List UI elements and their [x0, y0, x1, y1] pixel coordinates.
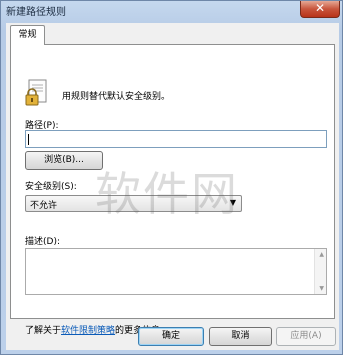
path-input[interactable]: [25, 130, 327, 148]
chevron-down-icon: ▼: [229, 198, 236, 207]
watermark: 软件网: [95, 167, 239, 221]
software-restriction-policy-link[interactable]: 软件限制策略: [61, 326, 115, 336]
info-prefix: 了解关于: [25, 326, 62, 336]
browse-button[interactable]: 浏览(B)...: [25, 151, 103, 170]
security-level-label: 安全级别(S):: [25, 182, 77, 192]
dialog-window: 新建路径规则 ✕ 常规 用规则替代默认安全级别。 路径(P): 浏览(B)...…: [0, 0, 343, 355]
apply-button[interactable]: 应用(A): [276, 327, 336, 346]
window-title: 新建路径规则: [6, 7, 66, 18]
tab-panel-general: 用规则替代默认安全级别。 路径(P): 浏览(B)... 安全级别(S): 不允…: [10, 44, 335, 336]
security-level-select[interactable]: 不允许 ▼: [25, 195, 242, 212]
ok-button[interactable]: 确定: [138, 327, 204, 346]
lock-document-icon: [25, 79, 47, 106]
dialog-client-area: 常规 用规则替代默认安全级别。 路径(P): 浏览(B)... 安全级别(S):…: [6, 23, 339, 350]
description-scrollbar[interactable]: ▲ ▼: [314, 249, 326, 294]
description-label: 描述(D):: [25, 237, 60, 247]
cancel-button[interactable]: 取消: [209, 327, 272, 346]
close-button[interactable]: ✕: [300, 1, 340, 18]
text-caret: [28, 134, 29, 145]
rule-description-text: 用规则替代默认安全级别。: [62, 92, 171, 102]
tab-general[interactable]: 常规: [10, 25, 45, 45]
security-level-value: 不允许: [30, 201, 58, 211]
scroll-down-icon[interactable]: ▼: [319, 285, 324, 292]
description-textarea[interactable]: ▲ ▼: [25, 248, 327, 295]
scroll-up-icon[interactable]: ▲: [319, 251, 324, 258]
